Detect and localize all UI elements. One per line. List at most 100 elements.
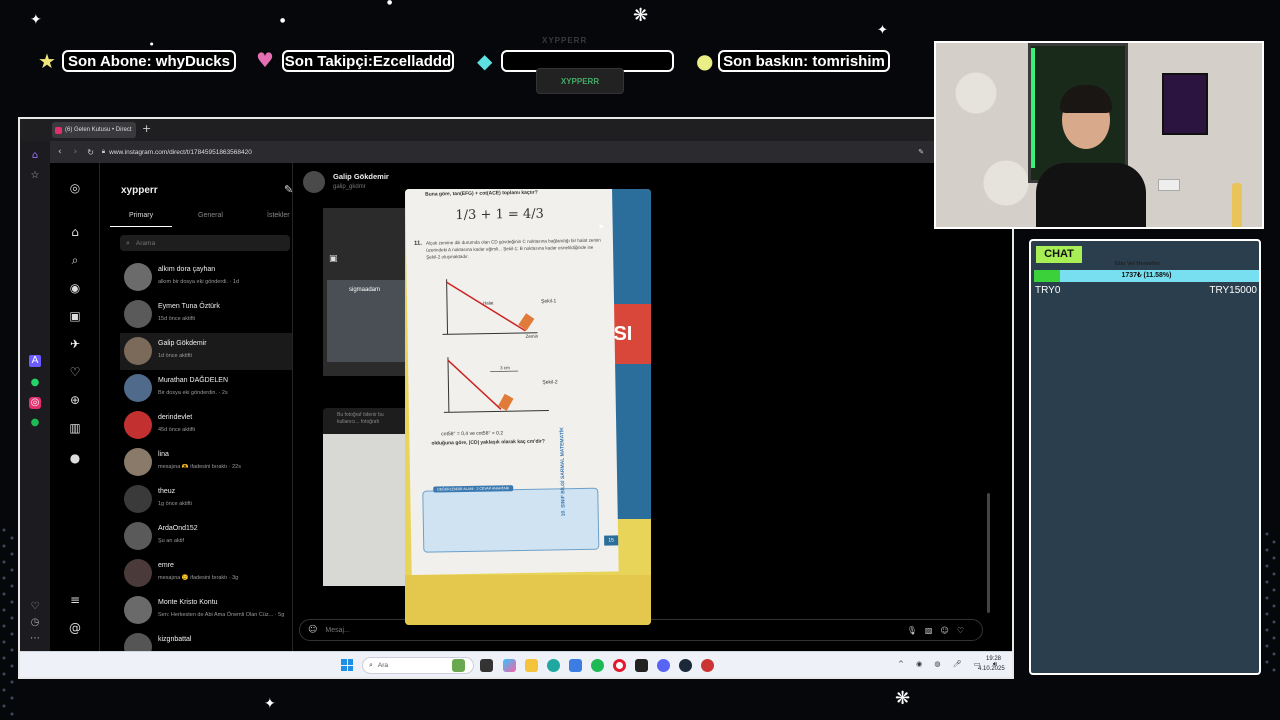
file-explorer-icon[interactable] [525, 659, 538, 672]
avatar [124, 411, 152, 439]
dot-icon: ● [280, 17, 286, 24]
app-icon[interactable] [701, 659, 714, 672]
story-reply-card[interactable]: Bu fotoğraf ödenir bu kullanıcı... fotoğ… [323, 408, 411, 586]
conversation-item[interactable]: theuz 1g önce aktifti [120, 481, 312, 518]
question-line: olduğuna göre, |CD| yaklaşık olarak kaç … [431, 438, 545, 447]
opera-icon[interactable] [613, 659, 626, 672]
conversation-item[interactable]: derindevlet 45d önce aktifti [120, 407, 312, 444]
windows-start-icon[interactable] [341, 659, 353, 671]
menu-icon[interactable]: ≡ [65, 593, 85, 607]
avatar [124, 633, 152, 651]
discord-icon[interactable] [657, 659, 670, 672]
conversation-preview: 1g önce aktifti [158, 501, 192, 507]
profile-avatar[interactable]: ● [65, 451, 85, 465]
conversation-preview: alkım bir dosya eki gönderdi. · 1d [158, 279, 240, 285]
spotify-icon[interactable] [591, 659, 604, 672]
avatar [124, 522, 152, 550]
conversation-item[interactable]: Galip Gökdemir 1d önce aktifti [120, 333, 312, 370]
forward-icon[interactable]: › [74, 147, 78, 157]
streamer [1036, 83, 1146, 227]
store-icon[interactable] [569, 659, 582, 672]
table-surface [405, 575, 651, 625]
tab-primary[interactable]: Primary [129, 212, 153, 219]
reload-icon[interactable]: ↻ [87, 148, 94, 157]
page-number: 15 [604, 535, 619, 546]
star-icon[interactable]: ☆ [29, 170, 41, 182]
home-icon[interactable]: ⌂ [65, 225, 85, 239]
spotify-icon[interactable]: ● [29, 417, 41, 429]
conversation-name: Eymen Tuna Öztürk [158, 303, 220, 310]
clock-time[interactable]: 19:28 [986, 656, 1001, 662]
streamer-body [1036, 163, 1146, 227]
home-icon[interactable]: ⌂ [29, 150, 41, 162]
url-text[interactable]: www.instagram.com/direct/t/1784595186356… [109, 149, 252, 156]
chat-header-name[interactable]: Galip Gökdemir [333, 172, 389, 181]
dashboard-icon[interactable]: ▥ [65, 421, 85, 435]
heart-icon: ♥ [256, 48, 274, 72]
steam-icon[interactable] [679, 659, 692, 672]
scrollbar[interactable] [987, 493, 990, 613]
reels-icon[interactable]: ▣ [65, 309, 85, 323]
instagram-logo-icon[interactable]: ◎ [65, 181, 85, 195]
conversation-item[interactable]: Eymen Tuna Öztürk 15d önce aktifti [120, 296, 312, 333]
conversation-preview: Sen: Herkesten de Abi Ama Önemli Olan Cü… [158, 612, 285, 618]
widgets-icon[interactable] [452, 659, 465, 672]
conversation-name: theuz [158, 488, 176, 495]
messages-icon[interactable]: ✈ [65, 337, 85, 351]
tab-general[interactable]: General [198, 212, 223, 219]
formula-text: cot58° = 0,4 ve cot58° = 0,2 [441, 430, 504, 438]
clock-date[interactable]: 4.10.2025 [978, 666, 1005, 672]
conversation-item[interactable]: Monte Kristo Kontu Sen: Herkesten de Abi … [120, 592, 312, 629]
create-icon[interactable]: ⊕ [65, 393, 85, 407]
account-username[interactable]: xypperr [121, 185, 158, 196]
figure-1-zemin: Zemin [525, 333, 539, 339]
terminal-icon[interactable] [635, 659, 648, 672]
chat-header-avatar[interactable] [303, 171, 325, 193]
xypperr-watermark-badge: XYPPERR [536, 68, 624, 94]
instagram-icon[interactable]: ◎ [29, 397, 41, 409]
conversation-preview: mesajına 😢 ifadesini bıraktı · 3g [158, 575, 239, 581]
conversation-item[interactable]: Murathan DAĞDELEN Bir dosya eki gönderdin… [120, 370, 312, 407]
edge-icon[interactable] [547, 659, 560, 672]
distance-label: 3 cm [500, 365, 510, 371]
emoji-icon[interactable]: ☺ [308, 625, 317, 635]
conversation-name: lina [158, 451, 169, 458]
whatsapp-icon[interactable]: ● [29, 377, 41, 389]
notifications-icon[interactable]: ♡ [65, 365, 85, 379]
message-actions-icon[interactable]: 🎙︎▨☺♡ [907, 626, 972, 635]
shared-post[interactable]: ▣ sigmaadam [323, 208, 411, 376]
conversation-preview: Bir dosya eki gönderdin. · 2s [158, 390, 228, 396]
tab-requests[interactable]: İstekler [267, 212, 290, 219]
threads-icon[interactable]: @ [65, 621, 85, 635]
more-icon[interactable]: ⋯ [29, 633, 41, 645]
heart-icon[interactable]: ♡ [29, 601, 41, 613]
avatar [124, 374, 152, 402]
tab-title: (6) Gelen Kutusu • Direct [65, 127, 132, 133]
opera-sidebar: ● ⌂ ☆ A ● ◎ ● ♡ ◷ ⋯ [20, 119, 50, 677]
aria-icon[interactable]: A [29, 355, 41, 367]
new-tab-button[interactable]: + [142, 122, 151, 135]
conversation-item[interactable]: emre mesajına 😢 ifadesini bıraktı · 3g [120, 555, 312, 592]
search-input[interactable]: ⌕ Arama [120, 235, 290, 251]
conversation-item[interactable]: ArdaOnd152 Şu an aktif [120, 518, 312, 555]
history-icon[interactable]: ◷ [29, 617, 41, 629]
wall-art [1162, 73, 1208, 135]
conversation-item[interactable]: lina mesajına 🫶 ifadesini bıraktı · 22s [120, 444, 312, 481]
task-view-icon[interactable] [480, 659, 493, 672]
explore-icon[interactable]: ◉ [65, 281, 85, 295]
question-number: 11. [413, 240, 423, 247]
conversation-name: Murathan DAĞDELEN [158, 377, 229, 384]
worksheet-photo[interactable]: ASI Buna göre, tan(EFG) + cot(ACE) topla… [405, 189, 651, 625]
avatar [124, 300, 152, 328]
browser-tab[interactable]: (6) Gelen Kutusu • Direct [52, 122, 136, 138]
back-icon[interactable]: ‹ [58, 147, 62, 157]
conversation-item[interactable]: kizgnbattal [120, 629, 312, 651]
coin-icon: ● [696, 49, 714, 73]
sparkle-icon: ✦ [30, 12, 42, 28]
answer-key-title: DEĞERLENDİR ALANI · 2 CEVAP ANAHTARI [433, 485, 514, 493]
copilot-icon[interactable] [503, 659, 516, 672]
search-icon[interactable]: ⌕ [65, 253, 85, 268]
conversation-item[interactable]: alkım dora çayhan alkım bir dosya eki gön… [120, 259, 312, 296]
figure-1-halat: Halat [482, 300, 494, 306]
address-bar: ‹ › ↻ 🔒︎ www.instagram.com/direct/t/1784… [50, 141, 1012, 163]
